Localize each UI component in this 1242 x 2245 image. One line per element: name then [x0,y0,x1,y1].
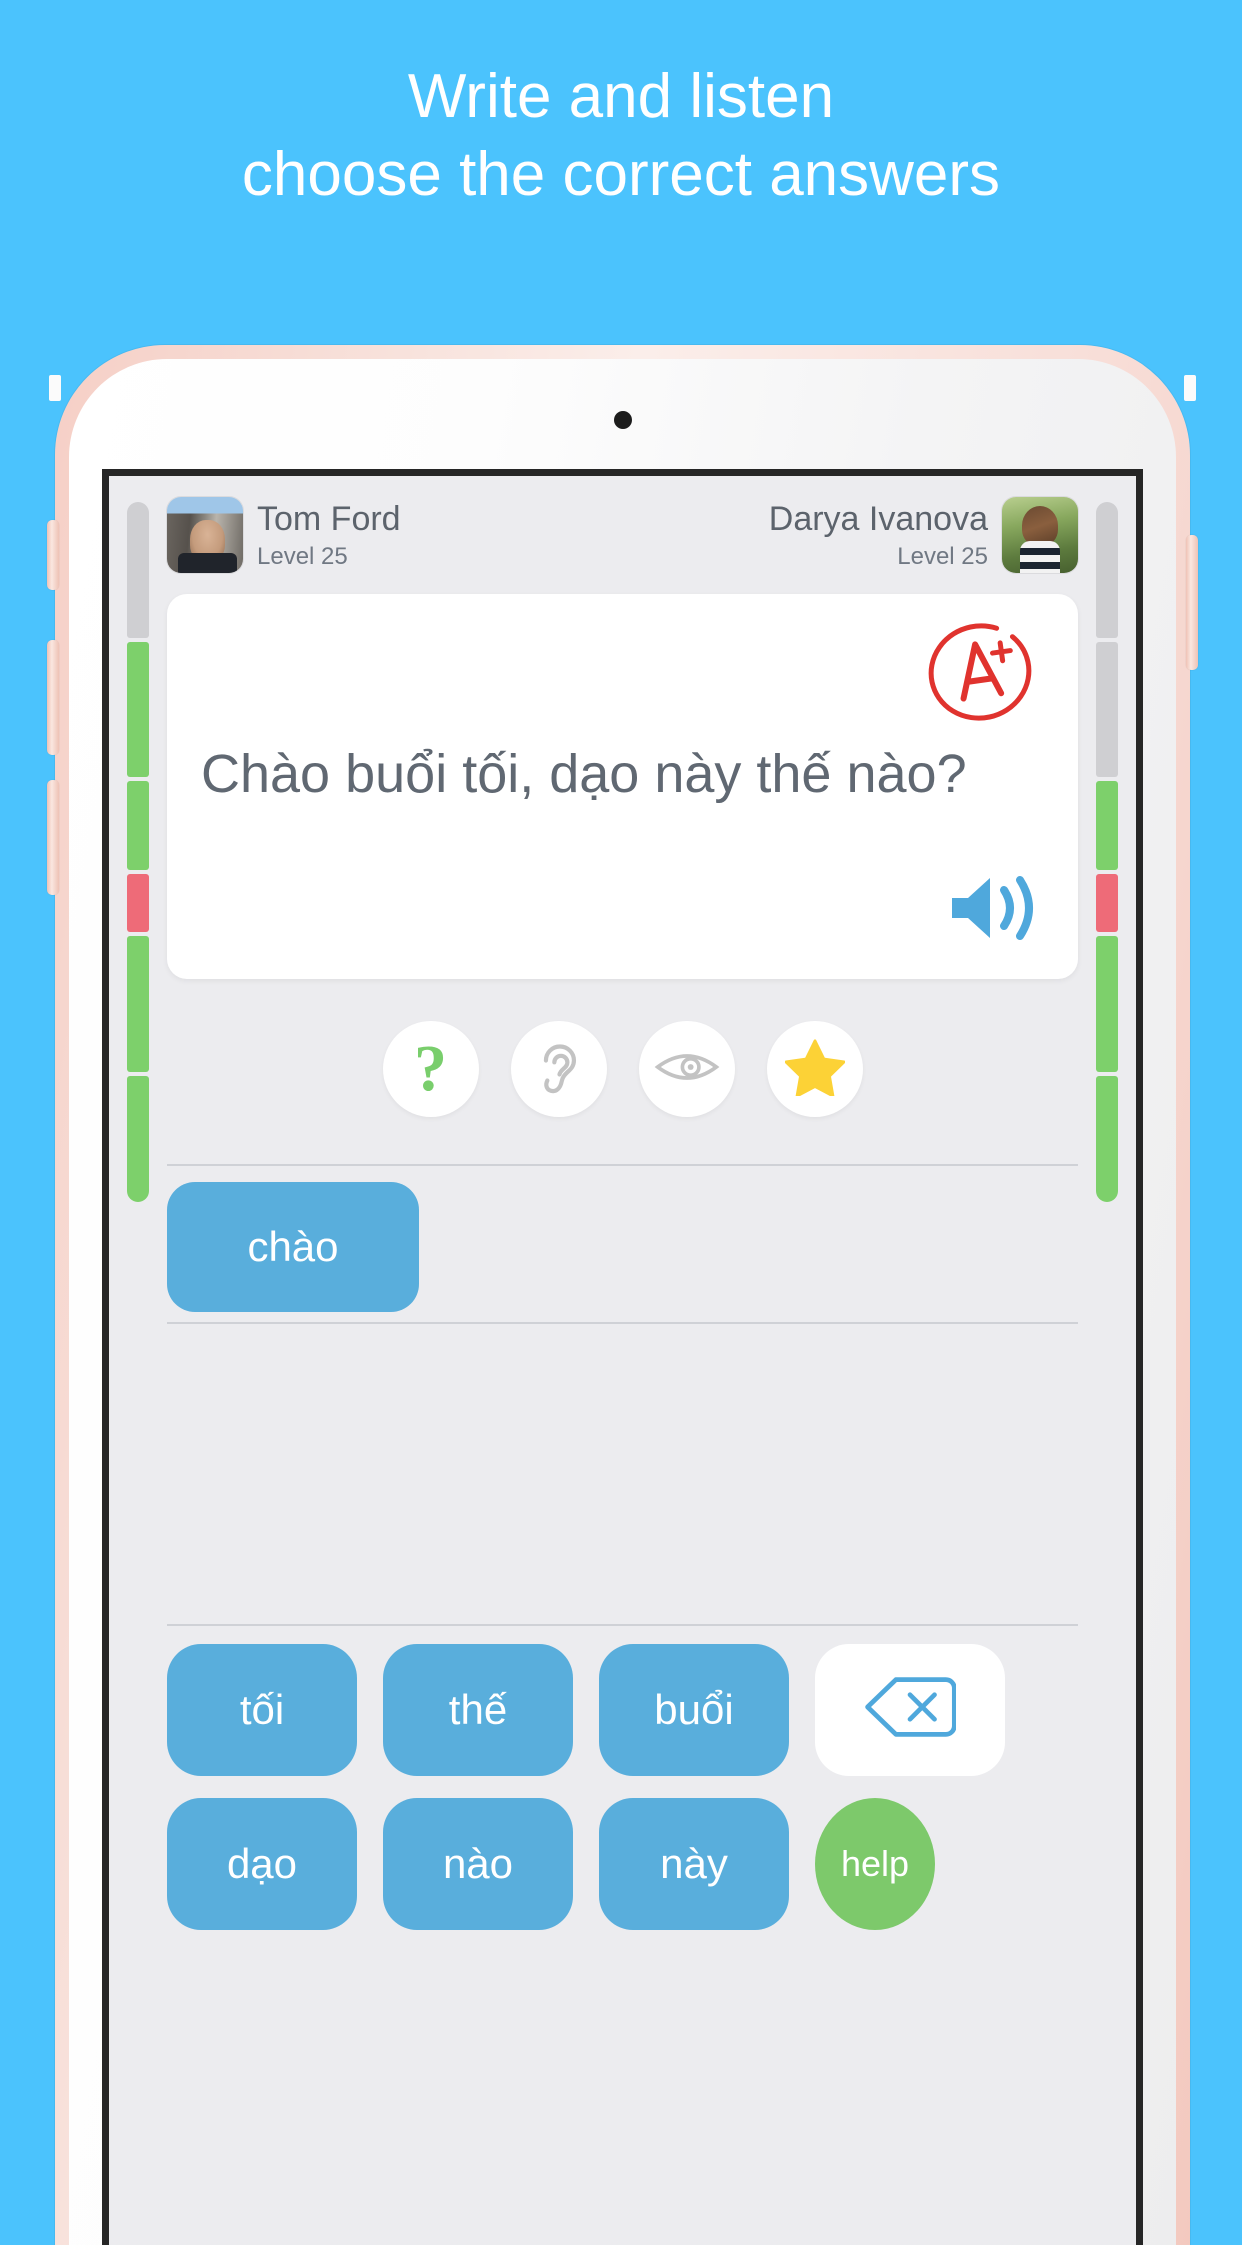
word-tile[interactable]: thế [383,1644,573,1776]
word-tile[interactable]: dạo [167,1798,357,1930]
health-segment-empty [1096,641,1118,778]
phone-mockup: Tom Ford Level 25 Darya Ivanova Level 25 [47,345,1198,2245]
answer-slot-row: chào [167,1176,1078,1318]
antenna-line-left [49,375,61,401]
volume-down-button[interactable] [47,780,59,895]
silent-switch-button[interactable] [47,520,59,590]
promo-line-1: Write and listen [407,62,835,131]
phone-body: Tom Ford Level 25 Darya Ivanova Level 25 [69,359,1176,2245]
answer-divider-top [167,1164,1078,1166]
eye-icon [654,1048,720,1091]
promo-line-2: choose the correct answers [241,140,1001,209]
word-tile[interactable]: tối [167,1644,357,1776]
player-name: Tom Ford [257,499,401,538]
antenna-line-right [1184,375,1196,401]
favorite-button[interactable] [766,1021,863,1117]
question-mark-icon: ? [414,1032,447,1105]
promo-header: Write and listen choose the correct answ… [0,58,1242,214]
help-button[interactable]: help [815,1798,935,1930]
speaker-icon[interactable] [946,871,1040,945]
health-segment-wrong [1096,874,1118,933]
health-segment-wrong [127,874,149,933]
word-bank: tối thế buổi dạo nào này help [167,1644,1078,1930]
word-tile[interactable]: nào [383,1798,573,1930]
player-name: Darya Ivanova [768,499,988,538]
word-tile[interactable]: buổi [599,1644,789,1776]
answer-divider-bottom [167,1624,1078,1626]
players-header: Tom Ford Level 25 Darya Ivanova Level 25 [167,494,1078,576]
health-segment-correct [1096,781,1118,871]
hint-question-button[interactable]: ? [382,1021,479,1117]
player-left[interactable]: Tom Ford Level 25 [167,497,401,573]
word-bank-row: dạo nào này help [167,1798,1078,1930]
star-icon [784,1038,845,1101]
player-level: Level 25 [257,542,348,570]
helper-buttons: ? [109,1021,1136,1117]
health-segment-correct [127,641,149,778]
health-segment-correct [127,781,149,871]
avatar [1002,497,1078,573]
answer-tile[interactable]: chào [167,1182,419,1312]
player-right[interactable]: Darya Ivanova Level 25 [769,497,1078,573]
power-button[interactable] [1186,535,1198,670]
ear-icon [531,1036,587,1103]
answer-divider-middle [167,1322,1078,1324]
question-card: Chào buổi tối, dạo này thế nào? [167,594,1078,979]
proximity-sensor-icon [613,411,632,429]
word-bank-row: tối thế buổi [167,1644,1078,1776]
word-tile[interactable]: này [599,1798,789,1930]
volume-up-button[interactable] [47,640,59,755]
reveal-button[interactable] [638,1021,735,1117]
backspace-icon [864,1674,957,1747]
health-segment-empty [1096,502,1118,638]
avatar [167,497,243,573]
question-text: Chào buổi tối, dạo này thế nào? [201,744,967,804]
grade-stamp-icon [922,616,1038,724]
health-segment-empty [127,502,149,638]
listen-button[interactable] [510,1021,607,1117]
backspace-button[interactable] [815,1644,1005,1776]
player-level: Level 25 [897,542,988,570]
app-screen: Tom Ford Level 25 Darya Ivanova Level 25 [102,469,1143,2245]
